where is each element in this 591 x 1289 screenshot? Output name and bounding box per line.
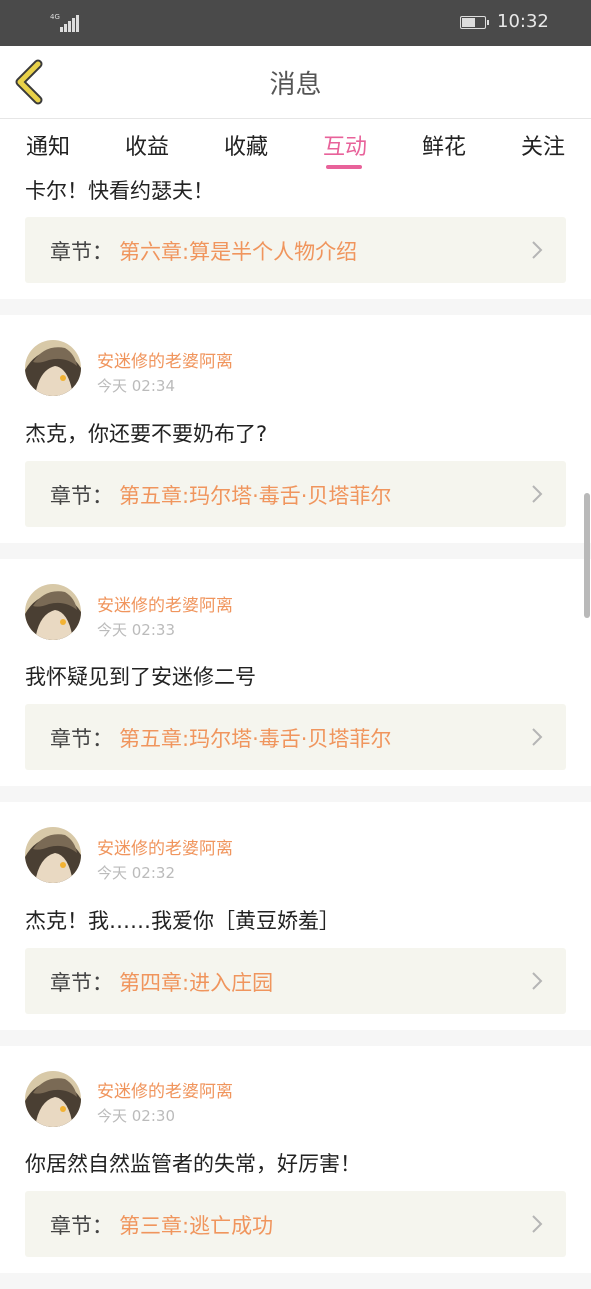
chapter-link[interactable]: 章节： 第四章:进入庄园 <box>25 948 566 1014</box>
comment-text: 卡尔！快看约瑟夫！ <box>25 179 214 203</box>
chapter-label: 章节： <box>50 1214 113 1238</box>
tab-notifications[interactable]: 通知 <box>8 129 88 161</box>
avatar[interactable] <box>25 340 81 396</box>
status-bar: 4G 10:32 <box>0 0 591 46</box>
chevron-right-icon <box>532 728 543 746</box>
chapter-label: 章节： <box>50 727 113 751</box>
chapter-link[interactable]: 章节： 第六章:算是半个人物介绍 <box>25 217 566 283</box>
app-header: 消息 <box>0 46 591 119</box>
chapter-title: 第五章:玛尔塔·毒舌·贝塔菲尔 <box>119 484 392 508</box>
chevron-right-icon <box>532 241 543 259</box>
tab-bar: 通知 收益 收藏 互动 鲜花 关注 <box>0 119 591 171</box>
chapter-link[interactable]: 章节： 第五章:玛尔塔·毒舌·贝塔菲尔 <box>25 704 566 770</box>
divider <box>0 1273 591 1289</box>
signal-icon: 4G <box>50 14 80 32</box>
comment-text: 你居然自然监管者的失常，好厉害！ <box>25 1152 361 1176</box>
avatar[interactable] <box>25 1071 81 1127</box>
timestamp: 今天 02:32 <box>97 864 175 882</box>
chevron-right-icon <box>532 972 543 990</box>
chapter-link[interactable]: 章节： 第五章:玛尔塔·毒舌·贝塔菲尔 <box>25 461 566 527</box>
timestamp: 今天 02:33 <box>97 621 175 639</box>
chapter-title: 第六章:算是半个人物介绍 <box>119 240 358 264</box>
tab-following[interactable]: 关注 <box>503 129 583 161</box>
network-type: 4G <box>50 13 60 21</box>
chapter-label: 章节： <box>50 484 113 508</box>
chapter-link[interactable]: 章节： 第三章:逃亡成功 <box>25 1191 566 1257</box>
timestamp: 今天 02:30 <box>97 1107 175 1125</box>
divider <box>0 786 591 802</box>
tab-favorites[interactable]: 收藏 <box>206 129 286 161</box>
divider <box>0 543 591 559</box>
tab-earnings[interactable]: 收益 <box>107 129 187 161</box>
chapter-label: 章节： <box>50 240 113 264</box>
username[interactable]: 安迷修的老婆阿离 <box>97 834 233 859</box>
page-title: 消息 <box>269 70 322 100</box>
battery-icon <box>460 16 489 29</box>
divider <box>0 299 591 315</box>
status-time: 10:32 <box>497 11 549 32</box>
chevron-right-icon <box>532 485 543 503</box>
username[interactable]: 安迷修的老婆阿离 <box>97 347 233 372</box>
username[interactable]: 安迷修的老婆阿离 <box>97 1077 233 1102</box>
avatar[interactable] <box>25 827 81 883</box>
chapter-title: 第五章:玛尔塔·毒舌·贝塔菲尔 <box>119 727 392 751</box>
chapter-title: 第三章:逃亡成功 <box>119 1214 274 1238</box>
comment-text: 我怀疑见到了安迷修二号 <box>25 665 256 689</box>
chapter-title: 第四章:进入庄园 <box>119 971 274 995</box>
comment-text: 杰克，你还要不要奶布了? <box>25 422 268 446</box>
chevron-right-icon <box>532 1215 543 1233</box>
scrollbar[interactable] <box>584 493 590 618</box>
avatar[interactable] <box>25 584 81 640</box>
chapter-label: 章节： <box>50 971 113 995</box>
tab-flowers[interactable]: 鲜花 <box>404 129 484 161</box>
comment-text: 杰克！我……我爱你［黄豆娇羞］ <box>25 909 340 933</box>
tab-interactions[interactable]: 互动 <box>305 129 385 161</box>
username[interactable]: 安迷修的老婆阿离 <box>97 591 233 616</box>
timestamp: 今天 02:34 <box>97 377 175 395</box>
active-tab-indicator <box>326 165 362 169</box>
divider <box>0 1030 591 1046</box>
